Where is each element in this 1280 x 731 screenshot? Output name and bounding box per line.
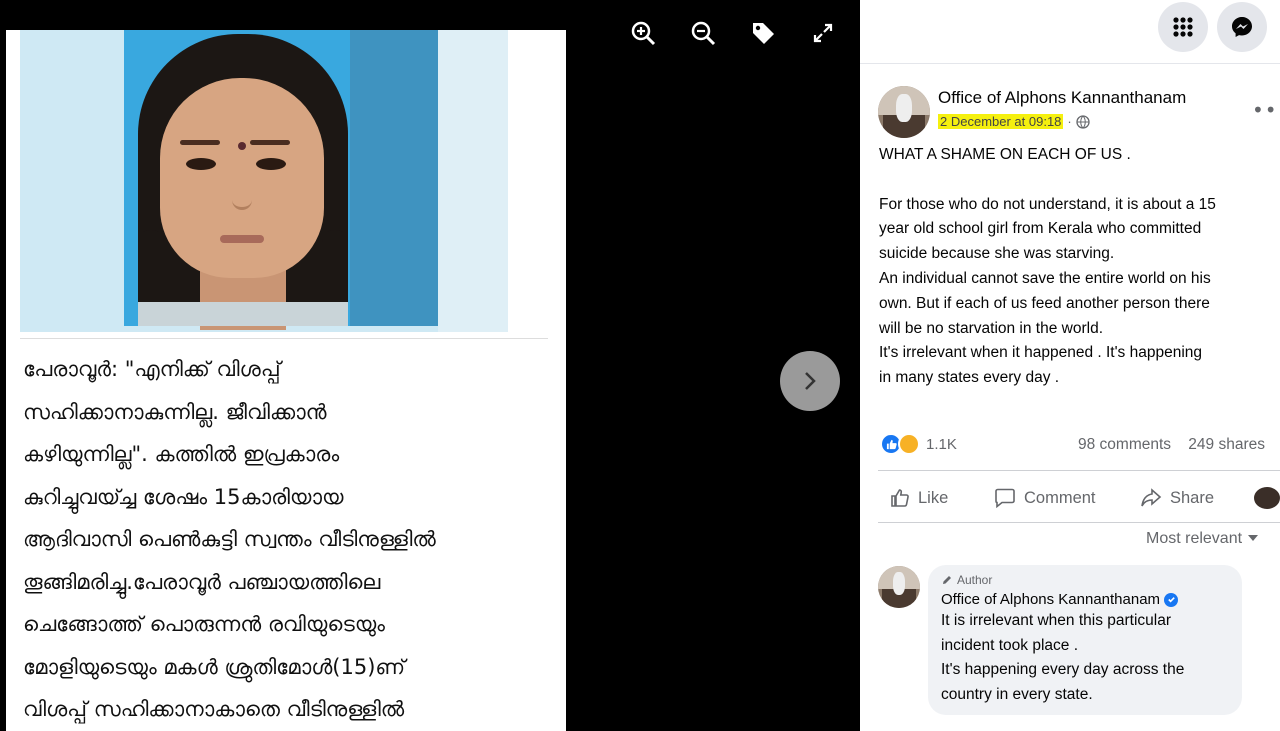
post-timestamp[interactable]: 2 December at 09:18 [938,114,1064,129]
post-actions: Like Comment Share [878,482,1280,514]
comment-label: Comment [1024,488,1096,507]
comment-line: It is irrelevant when this particular [941,612,1172,629]
post-line: own. But if each of us feed another pers… [879,294,1210,312]
article-line: പേരാവൂർ: "എനിക്ക് വിശപ്പ് [23,357,281,381]
comment-line: It's happening every day across the [941,661,1185,678]
chevron-down-icon [1247,535,1258,541]
article-line: ചെങ്ങോത്ത് പൊരുന്നൻ രവിയുടെയും [23,612,385,636]
post-line [879,168,1279,193]
profile-thumbnail-icon [1254,487,1280,509]
comment-icon [995,488,1015,508]
comment-line: country in every state. [941,685,1093,703]
article-line: സഹിക്കാനാകുന്നില്ല. ജീവിക്കാൻ [23,399,327,424]
grid-menu-icon [1173,17,1193,37]
reaction-count: 1.1K [926,435,957,453]
shares-count[interactable]: 249 shares [1188,436,1265,453]
comment-author[interactable]: Office of Alphons Kannanthanam [941,591,1229,608]
globe-icon [1076,114,1090,129]
fullscreen-icon[interactable] [808,18,838,48]
post-meta: 2 December at 09:18 · [938,114,1090,129]
like-label: Like [918,488,949,507]
post-line: will be no starvation in the world. [879,319,1104,337]
zoom-in-icon[interactable] [628,18,658,48]
share-icon [1141,488,1162,507]
article-image: പേരാവൂർ: "എനിക്ക് വിശപ്പ് സഹിക്കാനാകുന്ന… [6,30,566,731]
reaction-summary[interactable]: 1.1K [880,433,957,455]
divider [878,522,1280,523]
article-line: തൂങ്ങിമരിച്ചു.പേരാവൂർ പഞ്ചായത്തിലെ [23,569,381,594]
comment-bubble: Author Office of Alphons Kannanthanam It… [928,565,1242,715]
post-line: year old school girl from Kerala who com… [879,220,1202,238]
article-line: വിശപ്പ് സഹിക്കാനാകാതെ വീടിനുള്ളിൽ [23,697,405,721]
divider [20,338,548,339]
post-line: It's irrelevant when it happened . It's … [879,344,1203,362]
chevron-right-icon [805,372,816,390]
share-button[interactable]: Share [1140,482,1214,514]
post-body: WHAT A SHAME ON EACH OF US . For those w… [879,143,1279,391]
author-tag-label: Author [957,573,993,587]
comment-text: It is irrelevant when this particular in… [941,609,1229,707]
sort-label: Most relevant [1146,530,1243,547]
post-line: in many states every day . [879,369,1060,387]
tag-icon[interactable] [748,18,778,48]
verified-badge-icon [1164,592,1179,607]
comment-line: incident took place . [941,636,1079,654]
thumbs-up-icon [891,489,909,507]
reaction-picker[interactable] [1254,482,1280,514]
messenger-icon [1232,17,1252,37]
post-line: suicide because she was starving. [879,245,1115,263]
like-button[interactable]: Like [890,482,948,514]
top-bar [860,0,1280,64]
engagement-counts: 98 comments 249 shares [1078,436,1265,454]
article-line: മോളിയുടെയും മകൾ ശ്രുതിമോൾ(15)ണ് [23,654,406,679]
share-label: Share [1170,488,1215,507]
post-line: An individual cannot save the entire wor… [879,269,1211,287]
divider [878,470,1280,471]
post-line: For those who do not understand, it is a… [879,195,1216,213]
article-text: പേരാവൂർ: "എനിക്ക് വിശപ്പ് സഹിക്കാനാകുന്ന… [23,348,553,731]
next-photo-button[interactable] [780,351,840,411]
author-badge: Author [941,573,1229,587]
avatar[interactable] [878,86,930,138]
comment-button[interactable]: Comment [994,482,1096,514]
messenger-button[interactable] [1217,2,1267,52]
photo-viewer: പേരാവൂർ: "എനിക്ക് വിശപ്പ് സഹിക്കാനാകുന്ന… [0,0,860,731]
comment-author-name: Office of Alphons Kannanthanam [941,591,1161,608]
post-line: WHAT A SHAME ON EACH OF US . [879,146,1131,163]
menu-button[interactable] [1158,2,1208,52]
comments-count[interactable]: 98 comments [1078,436,1171,453]
comment-avatar[interactable] [878,566,920,608]
post-panel: Office of Alphons Kannanthanam 2 Decembe… [860,0,1280,731]
sad-reaction-icon [898,433,920,455]
girl-photo [20,30,508,332]
article-line: ആദിവാസി പെൺകുട്ടി സ്വന്തം വീടിനുള്ളിൽ [23,527,436,551]
article-line: കുറിച്ചുവയ്ച്ച ശേഷം 15കാരിയായ [23,484,344,509]
pencil-icon [943,576,951,584]
meta-separator: · [1067,114,1072,129]
article-line: കഴിയുന്നില്ല". കത്തിൽ ഇപ്രകാരം [23,442,340,466]
post-author[interactable]: Office of Alphons Kannanthanam [938,88,1186,108]
comment-sort-dropdown[interactable]: Most relevant [1146,530,1259,548]
more-options-icon[interactable]: ••• [1252,98,1280,122]
zoom-out-icon[interactable] [688,18,718,48]
